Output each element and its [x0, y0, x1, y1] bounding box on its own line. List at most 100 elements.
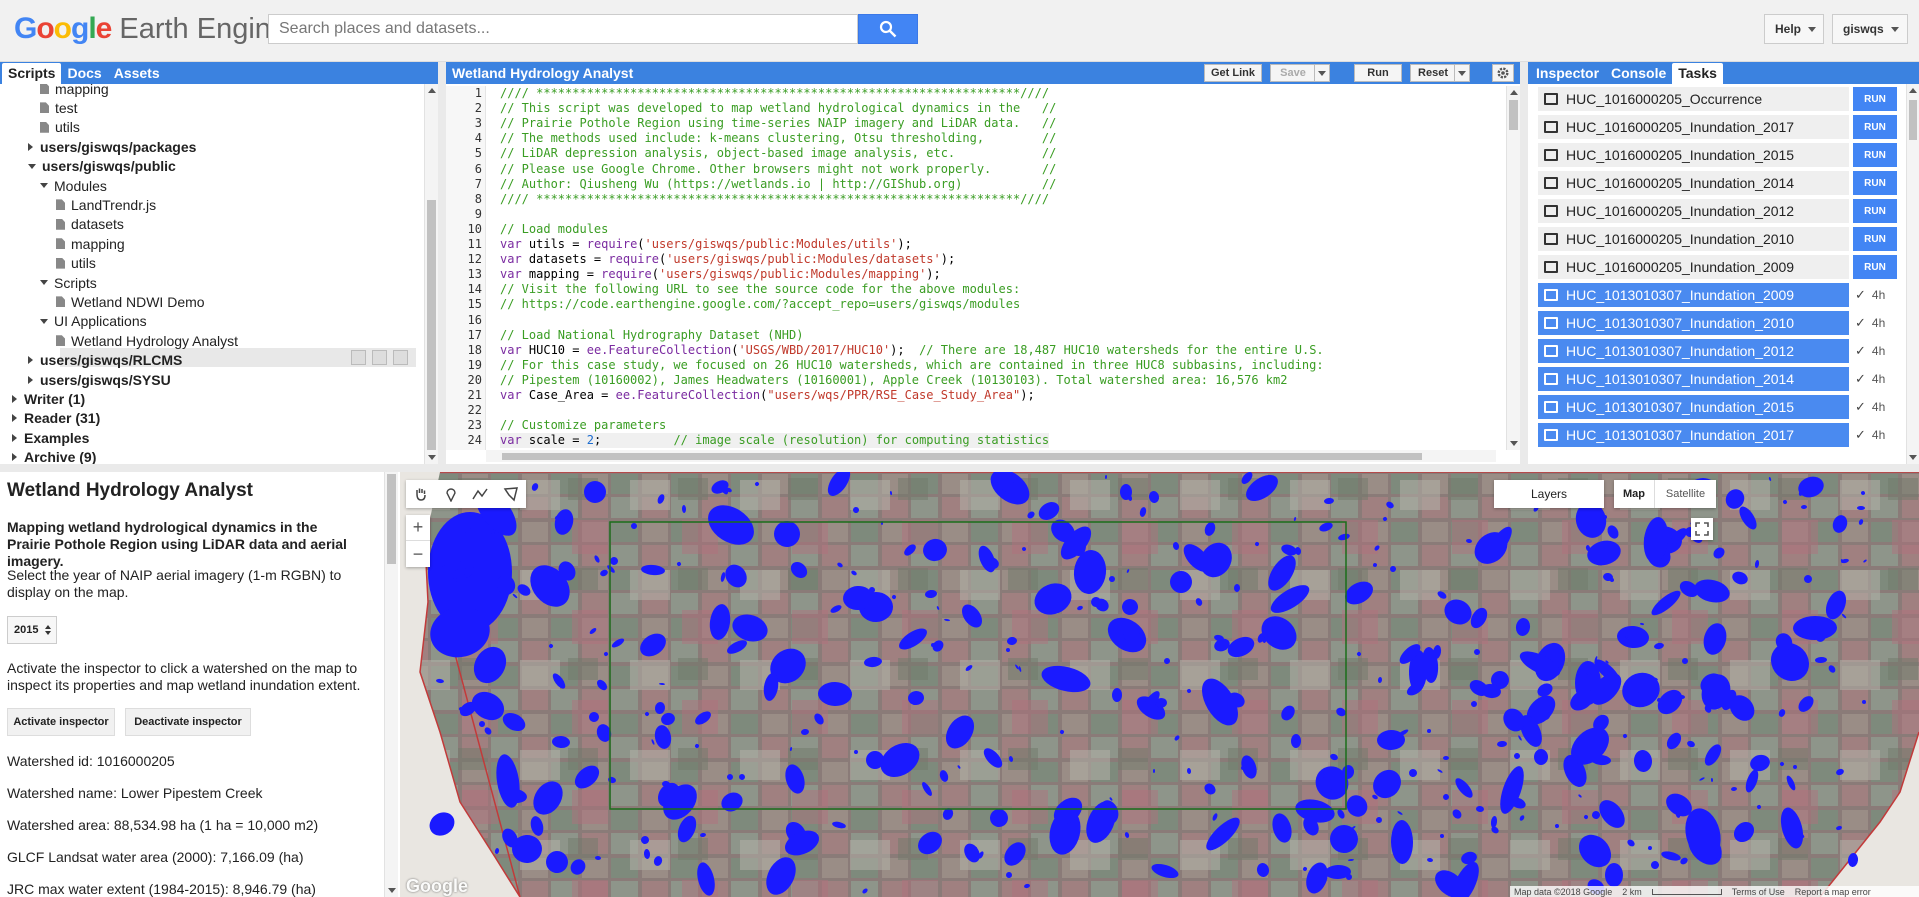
task-row[interactable]: HUC_1016000205_Inundation_2014 [1538, 171, 1849, 195]
tab-assets[interactable]: Assets [108, 63, 166, 84]
run-button[interactable]: Run [1354, 64, 1402, 82]
task-run-button[interactable]: RUN [1853, 115, 1897, 139]
tab-console[interactable]: Console [1605, 63, 1672, 84]
fullscreen-button[interactable] [1691, 518, 1713, 540]
code-line[interactable]: // Pipestem (10160002), James Headwaters… [500, 373, 1287, 388]
zoom-in-button[interactable]: + [406, 515, 430, 541]
scroll-thumb[interactable] [387, 474, 396, 564]
tree-item[interactable]: Writer (1) [12, 389, 85, 408]
code-line[interactable]: // This script was developed to map wetl… [500, 101, 1056, 116]
task-run-button[interactable]: RUN [1853, 87, 1897, 111]
map-type-satellite[interactable]: Satellite [1654, 480, 1716, 508]
code-line[interactable]: // Load National Hydrography Dataset (NH… [500, 328, 803, 343]
marker-icon[interactable] [444, 486, 458, 502]
code-line[interactable]: var utils = require('users/giswqs/public… [500, 237, 912, 252]
tab-tasks[interactable]: Tasks [1672, 63, 1723, 84]
horizontal-splitter[interactable] [0, 464, 1919, 472]
task-run-button[interactable]: RUN [1853, 227, 1897, 251]
delete-icon[interactable] [393, 350, 408, 365]
search-input[interactable] [268, 14, 858, 44]
edit-icon[interactable] [372, 350, 387, 365]
get-link-button[interactable]: Get Link [1204, 64, 1262, 82]
code-line[interactable]: var datasets = require('users/giswqs/pub… [500, 252, 955, 267]
tree-item[interactable]: users/giswqs/public [28, 157, 176, 176]
editor-vscrollbar[interactable] [1506, 86, 1520, 450]
code-area[interactable]: 1234567891011121314151617181920212223242… [446, 86, 1506, 450]
right-splitter[interactable] [1520, 62, 1528, 464]
scroll-up-icon[interactable] [427, 88, 436, 93]
code-line[interactable]: // https://code.earthengine.google.com/?… [500, 297, 1020, 312]
year-select[interactable]: 2015 [7, 616, 57, 644]
code-line[interactable]: //// ***********************************… [500, 192, 1049, 207]
scroll-thumb[interactable] [1509, 100, 1518, 130]
code-line[interactable]: //// ***********************************… [500, 86, 1049, 101]
task-run-button[interactable]: RUN [1853, 199, 1897, 223]
task-run-button[interactable]: RUN [1853, 255, 1897, 279]
code-line[interactable]: var scale = 2; // image scale (resolutio… [500, 433, 1050, 449]
tree-item[interactable]: users/giswqs/SYSU [28, 370, 171, 389]
tree-item[interactable]: UI Applications [40, 312, 147, 331]
tree-item[interactable]: Modules [40, 176, 107, 195]
code-line[interactable]: // Load modules [500, 222, 608, 237]
code-line[interactable]: var mapping = require('users/giswqs/publ… [500, 267, 941, 282]
tasks-scrollbar[interactable] [1906, 84, 1919, 464]
settings-button[interactable] [1492, 64, 1514, 82]
hand-icon[interactable] [413, 486, 429, 502]
scroll-thumb[interactable] [427, 200, 436, 450]
code-line[interactable]: // Visit the following URL to see the so… [500, 282, 1020, 297]
tab-inspector[interactable]: Inspector [1530, 63, 1605, 84]
tree-item[interactable]: mapping [56, 234, 125, 253]
task-row[interactable]: HUC_1016000205_Inundation_2010 [1538, 227, 1849, 251]
tab-scripts[interactable]: Scripts [2, 63, 62, 84]
code-line[interactable]: var Case_Area = ee.FeatureCollection("us… [500, 388, 1035, 403]
tree-item[interactable]: Examples [12, 428, 89, 447]
tree-item[interactable]: Wetland NDWI Demo [56, 292, 205, 311]
task-row[interactable]: HUC_1013010307_Inundation_2010 [1538, 311, 1849, 335]
task-row[interactable]: HUC_1016000205_Inundation_2017 [1538, 115, 1849, 139]
zoom-out-button[interactable]: − [406, 541, 430, 567]
scroll-thumb[interactable] [502, 453, 1422, 460]
task-row[interactable]: HUC_1013010307_Inundation_2009 [1538, 283, 1849, 307]
editor-hscrollbar[interactable] [486, 450, 1496, 462]
tree-item[interactable]: users/giswqs/packages [28, 137, 196, 156]
left-splitter[interactable] [438, 62, 446, 464]
task-row[interactable]: HUC_1016000205_Inundation_2012 [1538, 199, 1849, 223]
help-button[interactable]: Help [1764, 14, 1824, 44]
tab-docs[interactable]: Docs [61, 63, 107, 84]
task-row[interactable]: HUC_1013010307_Inundation_2014 [1538, 367, 1849, 391]
scroll-down-icon[interactable] [427, 455, 436, 460]
history-icon[interactable] [351, 350, 366, 365]
task-run-button[interactable]: RUN [1853, 143, 1897, 167]
polygon-icon[interactable] [503, 486, 519, 502]
code-line[interactable]: // Customize parameters [500, 418, 666, 433]
tree-item[interactable]: Scripts [40, 273, 97, 292]
scroll-down-icon[interactable] [1909, 455, 1917, 460]
scroll-up-icon[interactable] [1909, 88, 1917, 93]
user-account-button[interactable]: giswqs [1832, 14, 1908, 44]
code-line[interactable]: // For this case study, we focused on 26… [500, 358, 1324, 373]
tree-item[interactable]: datasets [56, 215, 124, 234]
task-row[interactable]: HUC_1013010307_Inundation_2017 [1538, 423, 1849, 447]
ui-panel-scrollbar[interactable] [384, 472, 398, 897]
report-map-error-link[interactable]: Report a map error [1795, 887, 1871, 897]
search-button[interactable] [858, 14, 918, 44]
save-button[interactable]: Save [1270, 64, 1316, 82]
code-line[interactable]: // LiDAR depression analysis, object-bas… [500, 146, 1056, 161]
tree-item[interactable]: utils [56, 254, 96, 273]
scroll-thumb[interactable] [1909, 100, 1917, 140]
task-row[interactable]: HUC_1013010307_Inundation_2012 [1538, 339, 1849, 363]
map-view[interactable]: + − Layers Map Satellite Google Map data… [400, 472, 1919, 897]
tree-item[interactable]: mapping [40, 84, 109, 98]
deactivate-inspector-button[interactable]: Deactivate inspector [125, 708, 251, 736]
scroll-up-icon[interactable] [1509, 90, 1518, 95]
line-icon[interactable] [472, 486, 488, 502]
tree-item[interactable]: Archive (9) [12, 448, 96, 464]
task-run-button[interactable]: RUN [1853, 171, 1897, 195]
code-line[interactable]: // Author: Qiusheng Wu (https://wetlands… [500, 177, 1056, 192]
tree-item[interactable]: Reader (31) [12, 409, 100, 428]
save-dropdown-button[interactable] [1314, 64, 1330, 82]
terms-link[interactable]: Terms of Use [1732, 887, 1785, 897]
earth-engine-logo[interactable]: Google Earth Engine [14, 12, 287, 48]
scroll-down-icon[interactable] [1509, 441, 1518, 446]
code-line[interactable]: var HUC10 = ee.FeatureCollection('USGS/W… [500, 343, 1324, 358]
